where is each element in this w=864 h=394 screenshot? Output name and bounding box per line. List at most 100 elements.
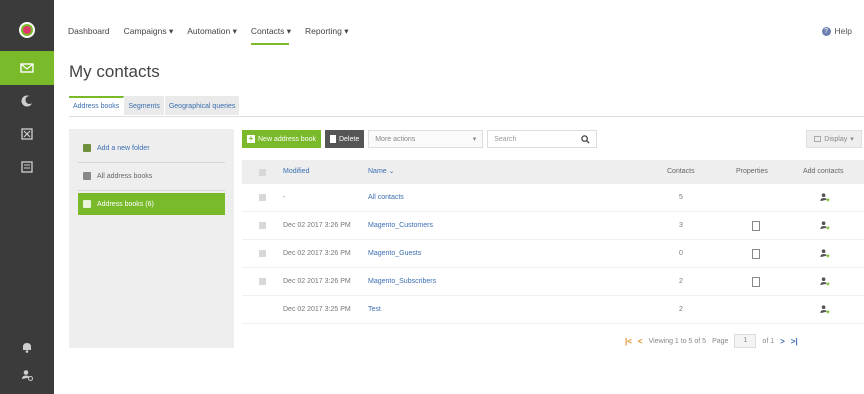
column-contacts: Contacts bbox=[667, 168, 695, 175]
folder-icon bbox=[83, 200, 91, 208]
table-row[interactable]: Dec 02 2017 3:26 PM Magento_Guests 0 bbox=[242, 240, 864, 268]
cell-contacts: 2 bbox=[679, 306, 683, 313]
search-placeholder: Search bbox=[494, 135, 517, 143]
folder-all-address-books[interactable]: All address books bbox=[78, 165, 225, 187]
add-folder-label: Add a new folder bbox=[97, 144, 150, 152]
brand-logo-icon[interactable] bbox=[19, 22, 35, 38]
folders-icon bbox=[83, 172, 91, 180]
properties-icon[interactable] bbox=[752, 221, 760, 231]
nav-menu: Dashboard Campaigns ▾ Automation ▾ Conta… bbox=[68, 26, 349, 45]
document-icon[interactable] bbox=[0, 150, 54, 184]
cell-modified: - bbox=[283, 194, 286, 201]
cell-contacts: 0 bbox=[679, 250, 683, 257]
help-label: Help bbox=[834, 26, 852, 36]
cell-contacts: 2 bbox=[679, 278, 683, 285]
column-add-contacts: Add contacts bbox=[803, 168, 844, 175]
delete-button[interactable]: Delete bbox=[324, 130, 365, 148]
cell-contacts: 5 bbox=[679, 194, 683, 201]
add-folder-icon bbox=[83, 144, 91, 152]
display-label: Display bbox=[824, 135, 848, 143]
help-icon: ? bbox=[821, 26, 831, 36]
nav-item-contacts[interactable]: Contacts ▾ bbox=[250, 26, 291, 45]
tab-address-books[interactable]: Address books bbox=[69, 96, 125, 115]
add-contacts-icon[interactable] bbox=[819, 248, 830, 259]
address-books-table: Modified Name ⌄ Contacts Properties Add … bbox=[242, 160, 864, 324]
add-contacts-icon[interactable] bbox=[819, 220, 830, 231]
delete-label: Delete bbox=[338, 135, 360, 143]
help-link[interactable]: ? Help bbox=[821, 26, 852, 36]
display-button[interactable]: Display ▾ bbox=[806, 130, 862, 148]
grid-icon bbox=[814, 136, 822, 142]
image-icon[interactable] bbox=[0, 117, 54, 151]
column-properties: Properties bbox=[736, 168, 768, 175]
row-checkbox[interactable] bbox=[259, 250, 266, 257]
add-contacts-icon[interactable] bbox=[819, 192, 830, 203]
cell-contacts: 3 bbox=[679, 222, 683, 229]
user-settings-icon[interactable] bbox=[0, 358, 54, 392]
cell-name[interactable]: Test bbox=[368, 296, 381, 324]
table-header: Modified Name ⌄ Contacts Properties Add … bbox=[242, 160, 864, 184]
first-page-icon[interactable]: |< bbox=[625, 337, 632, 346]
divider bbox=[78, 162, 225, 163]
next-page-icon[interactable]: > bbox=[780, 337, 785, 346]
chevron-down-icon: ▾ bbox=[850, 136, 854, 143]
folder-address-books[interactable]: Address books (6) bbox=[78, 193, 225, 215]
row-checkbox[interactable] bbox=[259, 278, 266, 285]
cell-modified: Dec 02 2017 3:26 PM bbox=[283, 222, 351, 229]
divider bbox=[78, 190, 225, 191]
nav-item-reporting[interactable]: Reporting ▾ bbox=[305, 26, 348, 37]
search-icon[interactable] bbox=[581, 134, 590, 144]
nav-item-campaigns[interactable]: Campaigns ▾ bbox=[124, 26, 174, 37]
page-title: My contacts bbox=[69, 62, 160, 81]
add-folder-link[interactable]: Add a new folder bbox=[78, 137, 225, 159]
table-row[interactable]: Dec 02 2017 3:25 PM Test 2 bbox=[242, 296, 864, 324]
tab-geographical-queries[interactable]: Geographical queries bbox=[164, 96, 241, 115]
folder-label: All address books bbox=[97, 172, 153, 180]
properties-icon[interactable] bbox=[752, 249, 760, 259]
moon-icon[interactable] bbox=[0, 84, 54, 118]
search-input[interactable]: Search bbox=[487, 130, 598, 148]
row-checkbox[interactable] bbox=[259, 222, 266, 229]
table-toolbar: + New address book Delete More actions ▾… bbox=[242, 130, 598, 148]
page-total: of 1 bbox=[762, 337, 775, 345]
trash-icon bbox=[329, 135, 336, 143]
email-icon[interactable] bbox=[0, 51, 54, 85]
select-all-checkbox[interactable] bbox=[259, 169, 266, 176]
table-row[interactable]: - All contacts 5 bbox=[242, 184, 864, 212]
tab-divider bbox=[69, 116, 864, 117]
table-row[interactable]: Dec 02 2017 3:26 PM Magento_Customers 3 bbox=[242, 212, 864, 240]
properties-icon[interactable] bbox=[752, 277, 760, 287]
more-actions-select[interactable]: More actions ▾ bbox=[368, 130, 484, 148]
cell-modified: Dec 02 2017 3:26 PM bbox=[283, 278, 351, 285]
top-navigation: Dashboard Campaigns ▾ Automation ▾ Conta… bbox=[54, 0, 864, 56]
pagination: |< < Viewing 1 to 5 of 5 Page 1 of 1 > >… bbox=[625, 334, 798, 348]
nav-item-automation[interactable]: Automation ▾ bbox=[187, 26, 237, 37]
cell-name[interactable]: Magento_Customers bbox=[368, 212, 433, 240]
chevron-down-icon: ▾ bbox=[472, 136, 477, 143]
column-modified[interactable]: Modified bbox=[283, 160, 309, 184]
more-actions-label: More actions bbox=[375, 135, 416, 143]
cell-name[interactable]: Magento_Subscribers bbox=[368, 268, 436, 296]
add-contacts-icon[interactable] bbox=[819, 276, 830, 287]
plus-icon: + bbox=[247, 134, 255, 143]
page-number-input[interactable]: 1 bbox=[734, 334, 757, 348]
folder-panel: Add a new folder All address books Addre… bbox=[69, 129, 234, 348]
folder-label: Address books (6) bbox=[97, 200, 154, 208]
cell-modified: Dec 02 2017 3:26 PM bbox=[283, 250, 351, 257]
tab-segments[interactable]: Segments bbox=[124, 96, 165, 115]
prev-page-icon[interactable]: < bbox=[638, 337, 643, 346]
table-body: - All contacts 5 Dec 02 2017 3:26 PM Magento… bbox=[242, 184, 864, 324]
table-row[interactable]: Dec 02 2017 3:26 PM Magento_Subscribers 2 bbox=[242, 268, 864, 296]
viewing-range: Viewing 1 to 5 of 5 bbox=[648, 337, 707, 345]
add-contacts-icon[interactable] bbox=[819, 304, 830, 315]
nav-item-dashboard[interactable]: Dashboard bbox=[68, 26, 110, 37]
left-rail bbox=[0, 0, 54, 394]
new-address-book-button[interactable]: + New address book bbox=[242, 130, 321, 148]
page-label: Page bbox=[712, 337, 729, 345]
sub-tabs: Address books Segments Geographical quer… bbox=[69, 96, 241, 115]
cell-name[interactable]: All contacts bbox=[368, 184, 404, 212]
cell-name[interactable]: Magento_Guests bbox=[368, 240, 421, 268]
last-page-icon[interactable]: >| bbox=[791, 337, 798, 346]
row-checkbox[interactable] bbox=[259, 194, 266, 201]
column-name[interactable]: Name ⌄ bbox=[368, 160, 394, 184]
